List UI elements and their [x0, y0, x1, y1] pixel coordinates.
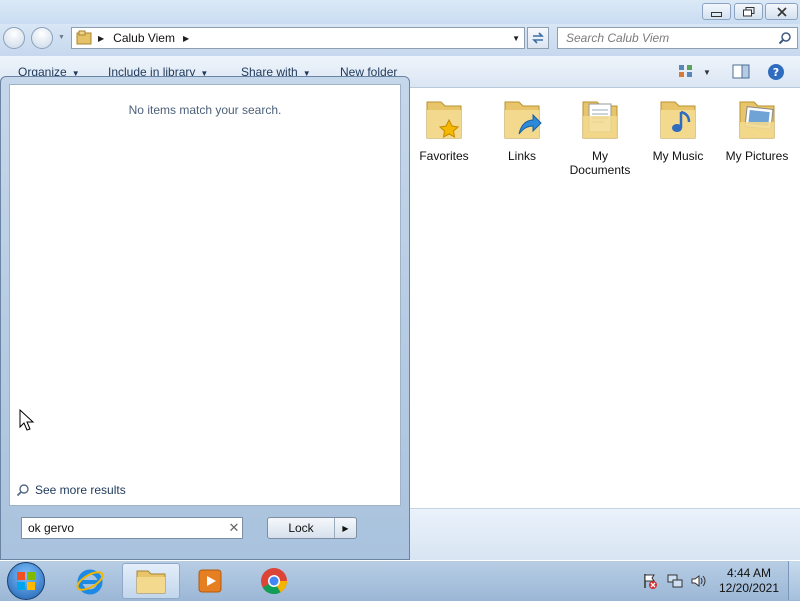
folder-location-icon — [76, 30, 92, 45]
folder-item[interactable]: Favorites — [405, 96, 483, 163]
mouse-pointer-icon — [19, 409, 35, 431]
internet-explorer-icon — [76, 569, 104, 595]
clear-search-icon[interactable]: ✕ — [226, 520, 242, 536]
shutdown-options-arrow-icon[interactable]: ▶ — [335, 524, 356, 533]
network-icon[interactable] — [667, 573, 683, 589]
clock-date: 12/20/2021 — [718, 581, 780, 595]
lock-label[interactable]: Lock — [268, 518, 335, 538]
see-more-results-label[interactable]: See more results — [35, 483, 126, 497]
close-icon — [776, 6, 787, 17]
search-placeholder[interactable]: Search Calub Viem — [566, 31, 778, 45]
folder-item[interactable]: My Music — [639, 96, 717, 163]
folder-label: My Pictures — [725, 149, 789, 163]
chrome-taskbar-button[interactable] — [246, 563, 302, 599]
action-center-icon[interactable] — [642, 573, 658, 589]
folder-label: My Documents — [569, 149, 631, 177]
media-player-icon — [198, 569, 222, 593]
breadcrumb-arrow-icon[interactable]: ▶ — [183, 34, 189, 43]
taskbar-clock[interactable]: 4:44 AM 12/20/2021 — [716, 566, 782, 596]
links-folder-icon — [504, 101, 542, 139]
close-button[interactable] — [765, 3, 798, 20]
folder-item[interactable]: My Pictures — [718, 96, 796, 163]
folder-item[interactable]: My Documents — [561, 96, 639, 177]
refresh-icon — [532, 32, 544, 44]
folder-label: Favorites — [419, 149, 469, 163]
preview-pane-icon[interactable] — [732, 64, 750, 79]
show-desktop-button[interactable] — [788, 561, 800, 600]
forward-button[interactable] — [31, 27, 53, 49]
chrome-icon — [261, 568, 288, 595]
folder-item[interactable]: Links — [483, 96, 561, 163]
start-button[interactable] — [7, 562, 45, 600]
recent-pages-chevron-icon[interactable]: ▼ — [58, 34, 65, 41]
search-icon[interactable] — [778, 31, 792, 45]
breadcrumb-arrow-icon[interactable]: ▶ — [98, 34, 104, 43]
minimize-icon — [711, 12, 722, 17]
documents-folder-icon — [582, 101, 618, 139]
search-results-panel — [9, 84, 401, 506]
breadcrumb-location[interactable]: Calub Viem — [113, 31, 175, 45]
view-options-chevron-icon[interactable]: ▼ — [703, 68, 711, 77]
refresh-button[interactable] — [527, 27, 549, 49]
search-box[interactable]: Search Calub Viem — [557, 27, 798, 49]
search-icon — [16, 484, 29, 497]
volume-icon[interactable] — [690, 573, 706, 589]
pictures-folder-icon — [739, 101, 775, 139]
restore-icon — [742, 6, 754, 16]
back-button[interactable] — [3, 27, 25, 49]
start-search-input[interactable]: ok gervo ✕ — [21, 517, 243, 539]
favorites-folder-icon — [426, 101, 462, 139]
see-more-results-link[interactable]: See more results — [16, 483, 126, 497]
windows-logo-icon — [17, 572, 35, 590]
folder-label: My Music — [652, 149, 704, 163]
windows-explorer-taskbar-button[interactable] — [122, 563, 180, 599]
minimize-button[interactable] — [702, 3, 731, 20]
restore-button[interactable] — [734, 3, 763, 20]
help-icon[interactable]: ? — [767, 63, 785, 81]
internet-explorer-taskbar-button[interactable] — [62, 563, 118, 599]
windows-explorer-icon — [136, 570, 166, 594]
no-results-message: No items match your search. — [128, 103, 282, 117]
media-player-taskbar-button[interactable] — [182, 563, 238, 599]
start-search-value[interactable]: ok gervo — [28, 521, 226, 535]
clock-time: 4:44 AM — [726, 566, 772, 580]
taskbar: 4:44 AM 12/20/2021 — [0, 560, 800, 601]
window-titlebar — [0, 0, 800, 24]
svg-text:?: ? — [773, 66, 779, 79]
change-view-icon[interactable] — [678, 64, 694, 78]
folder-label: Links — [507, 149, 536, 163]
address-dropdown-icon[interactable]: ▼ — [512, 34, 520, 43]
music-folder-icon — [660, 101, 696, 139]
lock-button[interactable]: Lock ▶ — [267, 517, 357, 539]
navigation-bar: ▼ ▶ Calub Viem ▶ ▼ Search Calub Viem — [0, 24, 800, 56]
address-bar[interactable]: ▶ Calub Viem ▶ ▼ — [71, 27, 525, 49]
